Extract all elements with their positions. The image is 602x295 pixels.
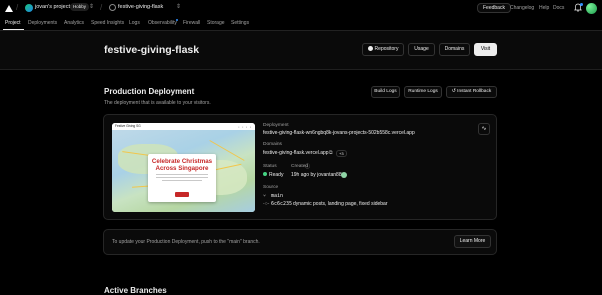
preview-text-line: [156, 177, 208, 179]
tab-settings[interactable]: Settings: [231, 20, 249, 26]
deployment-url-link[interactable]: festive-giving-flask-wn6ngbq8k-jovans-pr…: [263, 130, 415, 136]
status-label: Status: [263, 164, 277, 169]
tab-firewall[interactable]: Firewall: [183, 20, 200, 26]
preview-site-title: Festive Giving SG: [115, 124, 141, 128]
team-avatar: [25, 4, 33, 12]
source-branch[interactable]: main: [271, 193, 283, 199]
source-label: Source: [263, 185, 279, 190]
banner-text: To update your Production Deployment, pu…: [112, 239, 260, 245]
rollback-icon: ↺: [451, 89, 456, 94]
creator-avatar: [341, 172, 347, 178]
instant-rollback-button[interactable]: ↺ Instant Rollback: [446, 86, 497, 98]
project-header: [0, 31, 602, 70]
visit-button[interactable]: Visit: [474, 43, 497, 56]
created-value: 19h ago by jovantan88: [291, 172, 342, 178]
project-switcher[interactable]: festive-giving-flask: [118, 4, 163, 10]
git-commit-icon: -○-: [263, 201, 270, 207]
domains-button[interactable]: Domains: [439, 43, 470, 56]
commit-message[interactable]: dynamic posts, landing page, fixed sideb…: [293, 201, 388, 207]
deployment-label: Deployment: [263, 123, 289, 128]
commit-hash[interactable]: 6c6c235: [271, 201, 292, 207]
info-icon[interactable]: ⓘ: [305, 163, 310, 170]
help-link[interactable]: Help: [539, 5, 549, 11]
vercel-logo-icon[interactable]: [5, 5, 13, 12]
top-nav-bar: / jovan's projects Hobby ⇕ / festive-giv…: [0, 0, 602, 18]
deployment-preview-thumbnail[interactable]: Festive Giving SG ▪ ▪ ▪ ▪ Celebrate Chri…: [112, 123, 255, 212]
preview-popup-title: Celebrate Christmas Across Singapore: [151, 158, 213, 172]
github-icon: [367, 46, 373, 51]
status-value: Ready: [269, 172, 284, 178]
repository-button[interactable]: Repository: [362, 43, 404, 56]
preview-popup: Celebrate Christmas Across Singapore: [148, 154, 216, 202]
domains-more-badge[interactable]: +3: [336, 150, 347, 157]
breadcrumb-separator: /: [16, 3, 19, 12]
usage-button[interactable]: Usage: [408, 43, 435, 56]
production-deployment-subtitle: The deployment that is available to your…: [104, 100, 211, 106]
project-tabs: Project Deployments Analytics Speed Insi…: [0, 18, 602, 31]
domains-label: Domains: [263, 142, 282, 147]
notification-dot: [580, 3, 583, 6]
tab-project[interactable]: Project: [5, 20, 21, 26]
preview-site-header: Festive Giving SG ▪ ▪ ▪ ▪: [112, 123, 255, 130]
tab-analytics[interactable]: Analytics: [64, 20, 84, 26]
preview-nav-links: ▪ ▪ ▪ ▪: [238, 125, 252, 129]
preview-text-line: [156, 174, 208, 176]
build-logs-button[interactable]: Build Logs: [371, 86, 400, 98]
feedback-button[interactable]: Feedback: [477, 3, 511, 13]
plan-badge: Hobby: [70, 3, 90, 11]
tab-observability[interactable]: Observability: [148, 20, 177, 26]
docs-link[interactable]: Docs: [553, 5, 564, 11]
activity-pulse-icon[interactable]: ∿: [478, 123, 490, 135]
preview-popup-button: [175, 192, 189, 197]
preview-text-line: [162, 180, 202, 182]
changelog-link[interactable]: Changelog: [510, 5, 534, 11]
project-icon: [109, 4, 116, 11]
tab-deployments[interactable]: Deployments: [28, 20, 57, 26]
chevron-updown-icon[interactable]: ⇕: [176, 3, 181, 10]
user-avatar[interactable]: [586, 3, 597, 14]
learn-more-button[interactable]: Learn More: [454, 235, 491, 248]
chevron-updown-icon[interactable]: ⇕: [89, 3, 94, 10]
new-feature-dot: [176, 19, 178, 21]
breadcrumb-separator: /: [100, 3, 103, 12]
tab-speed-insights[interactable]: Speed Insights: [91, 20, 124, 26]
team-switcher[interactable]: jovan's projects: [35, 4, 73, 10]
page-title: festive-giving-flask: [104, 44, 200, 56]
status-ready-dot: [263, 172, 267, 176]
git-branch-icon: ⑂: [263, 193, 267, 199]
runtime-logs-button[interactable]: Runtime Logs: [404, 86, 442, 98]
active-tab-indicator: [3, 29, 24, 30]
domain-link[interactable]: festive-giving-flask.vercel.app: [263, 150, 329, 156]
external-link-icon[interactable]: ⧉: [329, 150, 333, 156]
tab-storage[interactable]: Storage: [207, 20, 225, 26]
active-branches-title: Active Branches: [104, 286, 167, 295]
production-deployment-title: Production Deployment: [104, 87, 195, 96]
tab-logs[interactable]: Logs: [129, 20, 140, 26]
